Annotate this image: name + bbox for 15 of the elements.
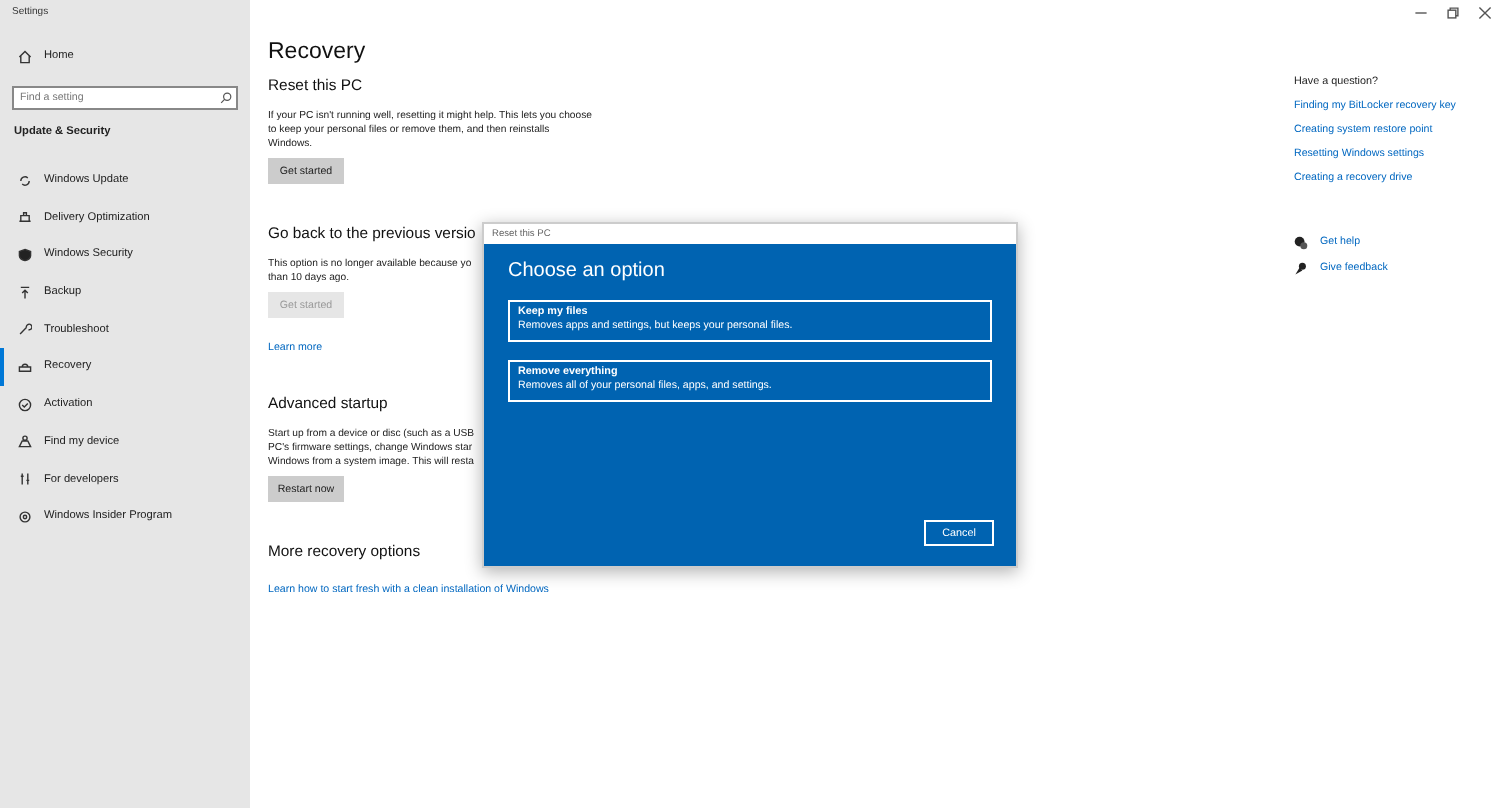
chat-icon bbox=[1294, 236, 1308, 250]
wrench-icon bbox=[18, 322, 32, 337]
close-icon[interactable] bbox=[1478, 6, 1492, 20]
sync-icon bbox=[18, 173, 32, 188]
check-circle-icon bbox=[18, 397, 32, 412]
home-icon bbox=[18, 49, 32, 64]
minimize-icon[interactable] bbox=[1414, 6, 1428, 20]
person-icon bbox=[18, 434, 32, 449]
page-title: Recovery bbox=[268, 40, 366, 64]
search-icon bbox=[220, 91, 232, 104]
shield-icon bbox=[18, 247, 32, 262]
dialog-heading: Choose an option bbox=[508, 260, 665, 282]
backup-icon bbox=[18, 285, 32, 300]
restore-icon[interactable] bbox=[1446, 6, 1460, 20]
developer-icon bbox=[18, 472, 32, 487]
